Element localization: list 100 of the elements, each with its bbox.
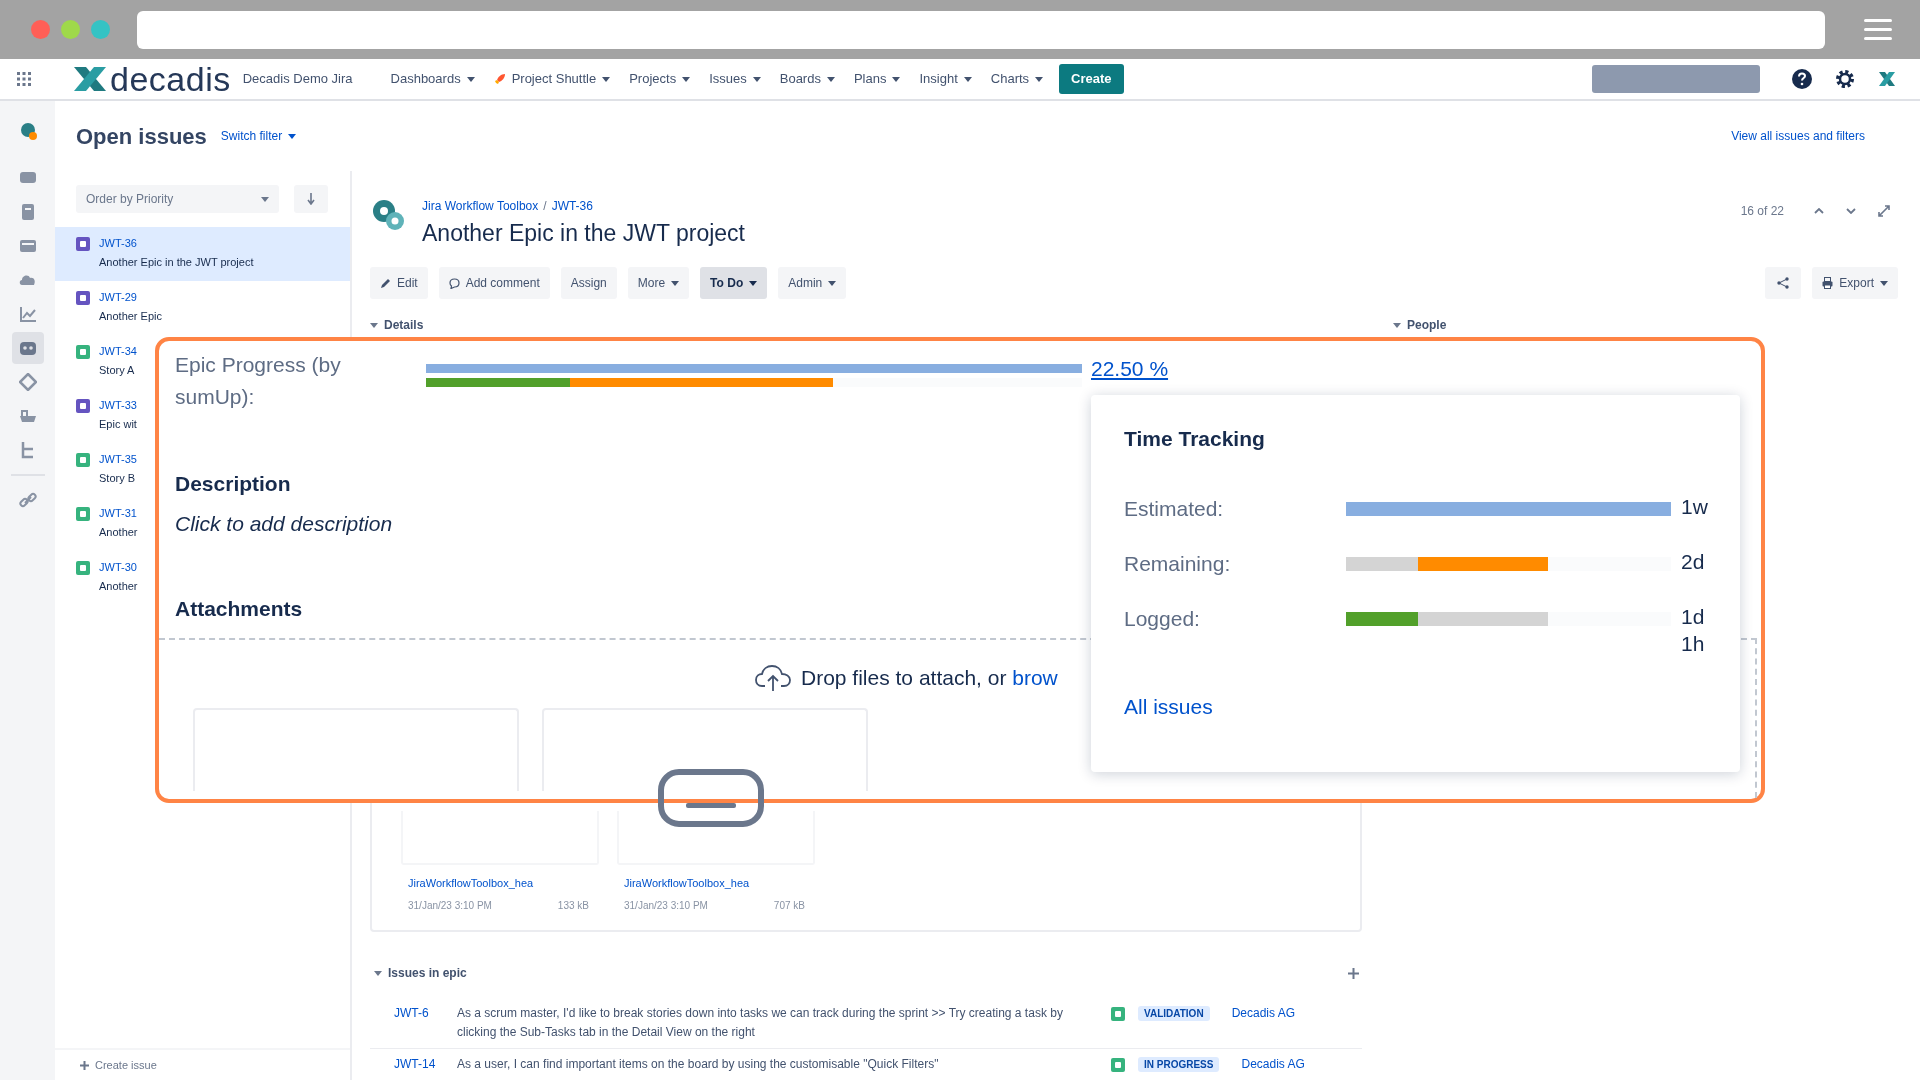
caret-icon bbox=[828, 280, 837, 286]
toolbar-button[interactable]: Add comment bbox=[438, 267, 550, 299]
caret-icon bbox=[826, 76, 835, 82]
issue-summary: Another Epic bbox=[99, 309, 162, 323]
caret-icon bbox=[892, 76, 901, 82]
browse-link[interactable]: brow bbox=[1012, 666, 1058, 689]
help-icon[interactable] bbox=[1791, 68, 1813, 90]
caret-icon bbox=[466, 76, 475, 82]
share-button[interactable] bbox=[1765, 267, 1802, 299]
caret-icon bbox=[682, 76, 691, 82]
issue-list-item[interactable]: JWT-36 Another Epic in the JWT project bbox=[55, 227, 350, 281]
nav-menu[interactable]: Project Shuttle bbox=[493, 69, 611, 89]
logo-icon[interactable] bbox=[1878, 71, 1896, 87]
issue-key: JWT-29 bbox=[99, 290, 162, 304]
section-heading: Details bbox=[384, 317, 424, 334]
caret-icon bbox=[1035, 76, 1044, 82]
share-icon bbox=[1777, 277, 1790, 289]
sort-button[interactable] bbox=[294, 185, 328, 213]
logged-part-bar bbox=[1346, 557, 1418, 571]
nav-menu[interactable]: Boards bbox=[779, 69, 835, 89]
avatar-icon bbox=[18, 122, 37, 140]
toolbar-button[interactable]: To Do bbox=[700, 267, 768, 299]
breadcrumb-link[interactable]: JWT-36 bbox=[551, 197, 593, 215]
search-field[interactable] bbox=[1592, 65, 1760, 93]
nav-menu[interactable]: Dashboards bbox=[390, 69, 475, 89]
popup-title: Time Tracking bbox=[1124, 426, 1266, 452]
percent-link[interactable]: 22.50 % bbox=[1091, 353, 1169, 385]
chevron-down-icon[interactable] bbox=[1846, 208, 1856, 214]
export-button[interactable]: Export bbox=[1812, 267, 1898, 299]
switch-filter-link[interactable]: Switch filter bbox=[220, 127, 297, 145]
description-prompt[interactable]: Click to add description bbox=[175, 510, 393, 538]
toolbar-button[interactable]: Assign bbox=[560, 267, 617, 299]
printer-icon bbox=[1822, 277, 1834, 289]
nav-menu[interactable]: Insight bbox=[919, 69, 972, 89]
file-preview-icon bbox=[658, 769, 764, 827]
nav-menu[interactable]: Plans bbox=[853, 69, 901, 89]
section-heading: Description bbox=[175, 471, 291, 497]
assignee-link[interactable]: Decadis AG bbox=[1241, 1055, 1305, 1074]
issue-key: JWT-34 bbox=[99, 344, 137, 358]
caret-icon bbox=[602, 76, 611, 82]
toolbar-button[interactable]: Edit bbox=[370, 267, 428, 299]
address-bar[interactable] bbox=[137, 10, 1825, 49]
issue-summary: As a scrum master, I'd like to break stories down into tasks we can track during the sprint >> Try creating a task by clicking the Sub-Tasks tab in the Detail View on the right bbox=[457, 1005, 1064, 1041]
caret-icon bbox=[261, 196, 269, 202]
field-label: Logged: bbox=[1124, 606, 1201, 632]
sidebar-item[interactable] bbox=[11, 332, 44, 364]
attachment-thumbnail[interactable] bbox=[542, 707, 868, 791]
assignee-link[interactable]: Decadis AG bbox=[1231, 1004, 1295, 1023]
issue-key[interactable]: JWT-6 bbox=[394, 1004, 457, 1023]
toolbar-button[interactable]: More bbox=[627, 267, 690, 299]
toolbar-button[interactable]: Admin bbox=[778, 267, 847, 299]
attachment-name[interactable]: JiraWorkflowToolbox_hea bbox=[408, 875, 599, 892]
caret-icon bbox=[374, 970, 382, 976]
create-issue-button[interactable]: Create issue bbox=[80, 1056, 157, 1074]
line-chart-icon bbox=[18, 305, 37, 323]
caret-icon bbox=[671, 280, 680, 286]
breadcrumb-link[interactable]: Jira Workflow Toolbox bbox=[422, 197, 539, 215]
status-badge: IN PROGRESS bbox=[1138, 1057, 1220, 1072]
boat-icon bbox=[18, 407, 37, 425]
field-label: Epic Progress (by sumUp): bbox=[175, 352, 342, 410]
site-name: Decadis Demo Jira bbox=[242, 70, 353, 89]
expand-icon[interactable] bbox=[1878, 205, 1890, 217]
menu-icon[interactable] bbox=[1864, 18, 1892, 41]
caret-icon bbox=[1393, 322, 1401, 328]
chevron-up-icon[interactable] bbox=[1814, 208, 1824, 214]
view-all-link[interactable]: View all issues and filters bbox=[1731, 127, 1865, 145]
create-button[interactable]: Create bbox=[1059, 64, 1124, 94]
comment-icon bbox=[448, 277, 460, 289]
attachment-thumbnail[interactable] bbox=[617, 811, 815, 865]
gears-icon bbox=[370, 197, 406, 233]
window-control[interactable] bbox=[61, 20, 80, 39]
issue-summary: Another Epic in the JWT project bbox=[99, 255, 254, 269]
nav-menu[interactable]: Charts bbox=[990, 69, 1044, 89]
settings-icon[interactable] bbox=[1834, 68, 1856, 90]
board-icon bbox=[18, 237, 37, 255]
issue-key[interactable]: JWT-14 bbox=[394, 1055, 457, 1074]
plus-icon bbox=[80, 1060, 89, 1070]
caret-icon bbox=[1880, 280, 1888, 286]
diamond-icon bbox=[18, 373, 37, 391]
story-type-icon bbox=[1111, 1007, 1125, 1021]
attachment-date: 31/Jan/23 3:10 PM bbox=[408, 898, 492, 913]
logo-wordmark: decadis bbox=[110, 62, 231, 96]
attachment-name[interactable]: JiraWorkflowToolbox_hea bbox=[624, 875, 815, 892]
caret-icon bbox=[749, 280, 758, 286]
all-issues-link[interactable]: All issues bbox=[1124, 693, 1213, 721]
plus-icon[interactable] bbox=[1348, 967, 1359, 979]
attachment-size: 707 kB bbox=[773, 898, 805, 913]
attachment-date: 31/Jan/23 3:10 PM bbox=[624, 898, 708, 913]
apps-icon[interactable] bbox=[17, 72, 31, 86]
section-heading: Issues in epic bbox=[388, 965, 467, 982]
nav-menu[interactable]: Issues bbox=[709, 69, 761, 89]
issue-key: JWT-36 bbox=[99, 236, 254, 250]
caret-icon bbox=[752, 76, 761, 82]
arrow-down-icon bbox=[307, 193, 315, 205]
order-dropdown[interactable]: Order by Priority bbox=[76, 185, 279, 213]
nav-menu[interactable]: Projects bbox=[629, 69, 691, 89]
time-value: 1w bbox=[1681, 494, 1709, 520]
issue-title: Another Epic in the JWT project bbox=[422, 219, 745, 247]
caret-icon bbox=[963, 76, 972, 82]
caret-icon bbox=[288, 133, 297, 139]
